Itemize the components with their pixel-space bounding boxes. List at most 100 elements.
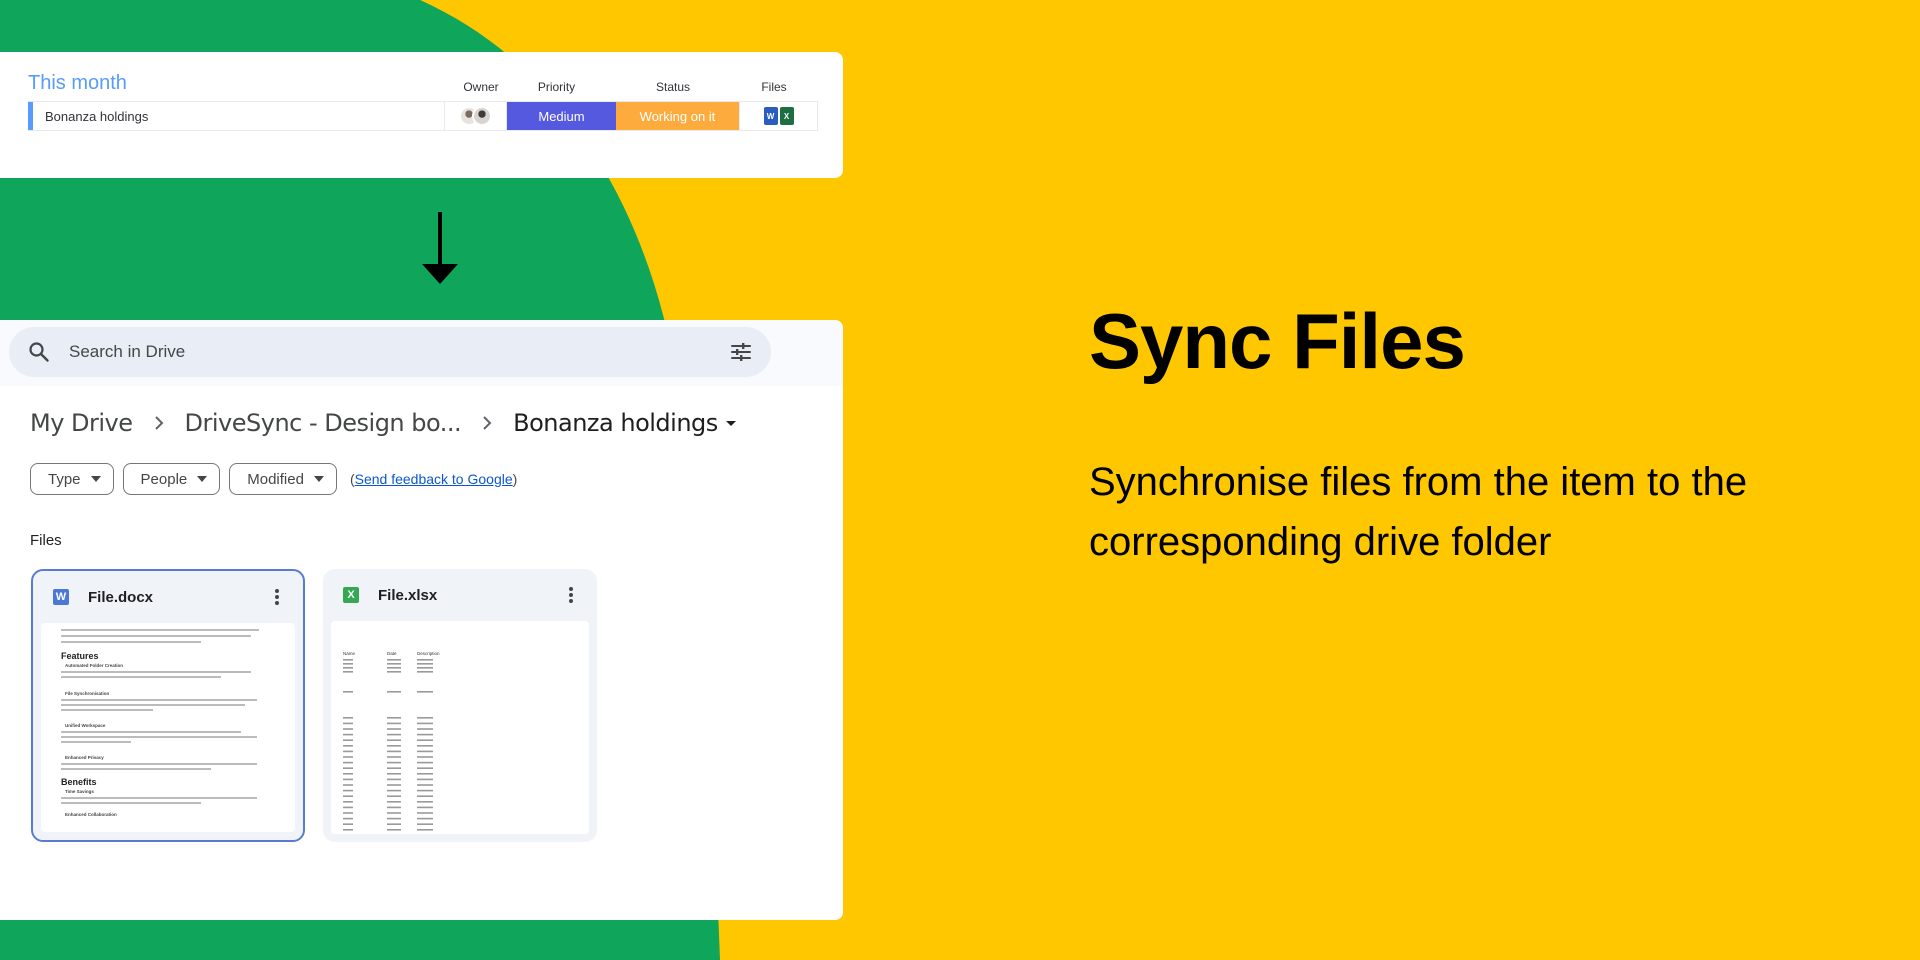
xlsx-cell: [387, 756, 401, 758]
board-row[interactable]: Bonanza holdings Medium Working on it W …: [28, 101, 818, 131]
column-header-status[interactable]: Status: [611, 80, 735, 94]
xlsx-cell: [387, 784, 401, 786]
xlsx-cell: [417, 795, 433, 797]
xlsx-cell: [343, 691, 353, 693]
priority-cell[interactable]: Medium: [507, 102, 616, 130]
xlsx-cell: [343, 750, 353, 753]
column-header-priority[interactable]: Priority: [502, 80, 611, 94]
xlsx-cell: [417, 784, 433, 786]
xlsx-cell: [387, 806, 401, 809]
column-header-files[interactable]: Files: [735, 80, 813, 94]
xlsx-cell: [387, 659, 401, 661]
search-bar[interactable]: Search in Drive: [9, 327, 771, 377]
xlsx-cell: [417, 767, 433, 769]
xlsx-cell: [417, 733, 433, 736]
xlsx-cell: [417, 745, 433, 747]
filter-modified-label: Modified: [247, 470, 304, 488]
xlsx-cell: [417, 817, 433, 820]
xlsx-cell: [417, 717, 433, 719]
breadcrumb: My Drive DriveSync - Design bo... Bonanz…: [30, 406, 740, 440]
xlsx-cell: [417, 829, 433, 831]
file-name[interactable]: File.docx: [88, 589, 153, 606]
xlsx-cell: [343, 784, 353, 786]
xlsx-cell: [417, 750, 433, 753]
docx-feature-2: File Synchronisation: [65, 691, 110, 696]
xlsx-cell: [343, 806, 353, 809]
xlsx-cell: [387, 750, 401, 753]
caret-down-icon[interactable]: [722, 414, 740, 432]
docx-preview: Features Automated Folder Creation File …: [41, 623, 295, 832]
status-cell[interactable]: Working on it: [616, 102, 740, 130]
drive-body: My Drive DriveSync - Design bo... Bonanz…: [9, 386, 843, 920]
xlsx-cell: [343, 767, 353, 769]
xlsx-cell: [417, 756, 433, 758]
file-card-header: X File.xlsx: [323, 569, 597, 621]
xlsx-cell: [343, 773, 353, 775]
filter-type-label: Type: [48, 470, 81, 488]
xlsx-header-date: Date: [387, 651, 397, 656]
filter-modified[interactable]: Modified: [229, 463, 337, 495]
docx-thumbnail: Features Automated Folder Creation File …: [61, 629, 259, 817]
file-card-header: W File.docx: [33, 571, 303, 623]
xlsx-cell: [343, 663, 353, 665]
xlsx-cell: [417, 801, 433, 803]
xlsx-cell: [387, 778, 401, 781]
caret-down-icon: [197, 476, 208, 482]
file-card-docx[interactable]: W File.docx Features Automated Folder Cr…: [31, 569, 305, 842]
word-file-icon[interactable]: W: [763, 107, 778, 125]
more-options-icon[interactable]: [561, 583, 581, 607]
xlsx-cell: [343, 671, 353, 673]
xlsx-cell: [387, 728, 401, 730]
owner-cell[interactable]: [445, 102, 507, 130]
xlsx-cell: [387, 671, 401, 673]
send-feedback-link[interactable]: Send feedback to Google: [355, 471, 513, 487]
xlsx-thumbnail: Name Date Description: [343, 651, 440, 831]
xlsx-cell: [343, 756, 353, 758]
search-icon[interactable]: [27, 340, 51, 364]
docx-feature-3: Unified Workspace: [65, 723, 106, 728]
xlsx-cell: [417, 739, 433, 741]
xlsx-cell: [417, 773, 433, 775]
filter-people[interactable]: People: [122, 463, 221, 495]
breadcrumb-parent-folder[interactable]: DriveSync - Design bo...: [185, 409, 462, 437]
file-card-xlsx[interactable]: X File.xlsx Name Date Description: [323, 569, 597, 842]
file-name[interactable]: File.xlsx: [378, 587, 437, 604]
xlsx-cell: [387, 663, 401, 665]
group-title[interactable]: This month: [28, 72, 127, 95]
excel-sheet-icon: X: [343, 587, 359, 603]
xlsx-cell: [387, 722, 401, 725]
row-name[interactable]: Bonanza holdings: [33, 102, 445, 130]
breadcrumb-my-drive[interactable]: My Drive: [30, 409, 133, 437]
xlsx-header-description: Description: [417, 651, 440, 656]
xlsx-cell: [387, 829, 401, 831]
files-cell[interactable]: W X: [740, 102, 818, 130]
xlsx-cell: [387, 812, 401, 814]
xlsx-cell: [387, 789, 401, 792]
search-input[interactable]: Search in Drive: [69, 342, 185, 362]
xlsx-cell: [343, 823, 353, 825]
breadcrumb-current-folder[interactable]: Bonanza holdings: [513, 409, 718, 437]
xlsx-cell: [387, 691, 401, 693]
word-doc-icon: W: [53, 589, 69, 605]
filter-type[interactable]: Type: [30, 463, 114, 495]
xlsx-cell: [417, 722, 433, 725]
xlsx-rows: [343, 659, 433, 831]
xlsx-cell: [343, 717, 353, 719]
xlsx-cell: [343, 745, 353, 747]
xlsx-cell: [387, 667, 401, 669]
caret-down-icon: [313, 476, 324, 482]
xlsx-cell: [417, 659, 433, 661]
xlsx-cell: [343, 795, 353, 797]
xlsx-cell: [417, 663, 433, 665]
xlsx-cell: [343, 817, 353, 820]
docx-benefit-1: Time Savings: [65, 789, 94, 794]
xlsx-cell: [417, 778, 433, 781]
excel-file-icon[interactable]: X: [779, 107, 794, 125]
search-options-icon[interactable]: [729, 340, 753, 364]
xlsx-cell: [343, 659, 353, 661]
xlsx-cell: [387, 801, 401, 803]
xlsx-cell: [387, 717, 401, 719]
more-options-icon[interactable]: [267, 585, 287, 609]
xlsx-cell: [343, 761, 353, 764]
xlsx-cell: [387, 767, 401, 769]
